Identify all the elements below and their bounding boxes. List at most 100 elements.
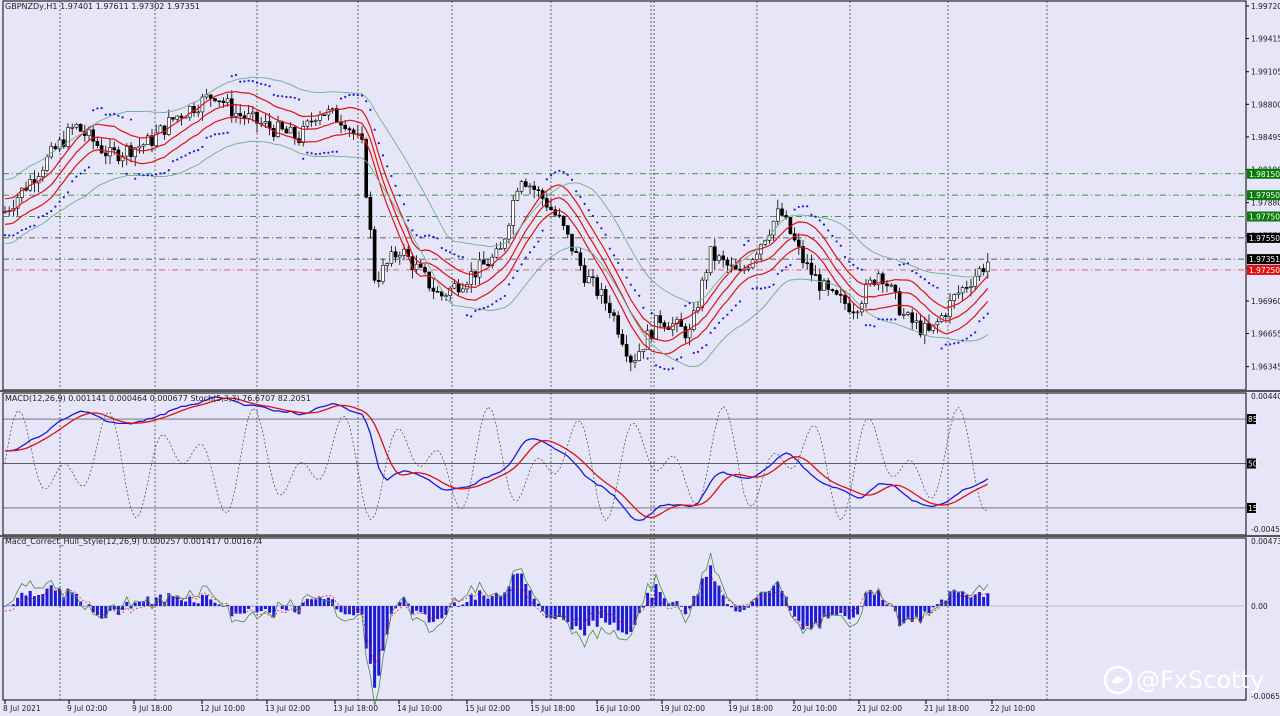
- psar-dot: [327, 151, 330, 154]
- histogram-bar: [440, 606, 444, 619]
- candle-body: [612, 312, 616, 316]
- histogram-bar: [969, 597, 973, 606]
- candle-body: [843, 295, 847, 304]
- psar-dot: [87, 166, 91, 169]
- histogram-bar: [419, 606, 423, 613]
- candle-body: [729, 264, 734, 267]
- psar-dot: [134, 177, 137, 180]
- candle-body: [586, 276, 591, 283]
- candle-body: [801, 246, 805, 264]
- psar-dot: [155, 173, 158, 176]
- histogram-bar: [37, 595, 41, 606]
- psar-dot: [713, 326, 716, 330]
- histogram-bar: [877, 590, 881, 606]
- histogram-bar: [725, 604, 729, 606]
- histogram-bar: [717, 585, 721, 606]
- candle-body: [70, 127, 74, 129]
- psar-dot: [927, 281, 931, 285]
- psar-dot: [12, 234, 15, 237]
- candle-body: [397, 254, 402, 258]
- psar-dot: [486, 305, 490, 308]
- psar-dot: [684, 304, 687, 307]
- histogram-bar: [465, 602, 469, 606]
- candle-body: [914, 320, 919, 323]
- psar-dot: [932, 284, 935, 287]
- macd-signal: [4, 397, 989, 519]
- price-label: 1.98495: [1251, 133, 1280, 142]
- psar-dot: [440, 246, 443, 250]
- candle-body: [343, 124, 348, 130]
- psar-dot: [789, 263, 792, 267]
- candle-body: [834, 290, 839, 295]
- psar-dot: [785, 266, 788, 269]
- psar-dot: [453, 253, 456, 256]
- mt4-chart-window[interactable]: 1.99720 1.99415 1.99105 1.98800 1.98495 1.981…: [0, 0, 1280, 716]
- psar-dot: [184, 154, 187, 157]
- candle-body: [864, 283, 868, 304]
- psar-dot: [864, 324, 868, 327]
- histogram-bar: [608, 606, 612, 625]
- psar-dot: [512, 276, 515, 279]
- histogram-bar: [486, 598, 490, 606]
- psar-dot: [54, 205, 57, 208]
- histogram-bar: [532, 598, 536, 606]
- psar-dot: [902, 263, 905, 266]
- histogram-bar: [326, 597, 330, 606]
- psar-dot: [205, 136, 208, 139]
- psar-dot: [688, 302, 691, 305]
- chart-canvas[interactable]: 1.99720 1.99415 1.99105 1.98800 1.98495 1.981…: [0, 0, 1280, 716]
- psar-dot: [344, 95, 347, 99]
- histogram-bar: [20, 592, 24, 606]
- candle-body: [830, 289, 835, 291]
- psar-dot: [923, 278, 926, 281]
- watermark-text: @FxScotty: [1136, 666, 1264, 694]
- psar-dot: [701, 346, 704, 349]
- psar-dot: [663, 367, 666, 371]
- psar-dot: [919, 275, 922, 278]
- histogram-bar: [515, 573, 519, 606]
- candle-body: [956, 292, 961, 295]
- psar-dot: [503, 294, 506, 298]
- psar-dot: [520, 263, 523, 266]
- psar-dot: [272, 93, 275, 97]
- histogram-bar: [347, 606, 351, 615]
- price-label: 1.96345: [1251, 363, 1280, 372]
- candle-body: [213, 98, 217, 102]
- psar-dot: [751, 287, 754, 290]
- stoch-level-label: 85: [1248, 415, 1258, 424]
- time-label: 15 Jul 18:00: [530, 704, 575, 713]
- psar-dot: [474, 309, 477, 312]
- histogram-bar: [314, 599, 318, 606]
- psar-dot: [940, 347, 943, 350]
- psar-dot: [289, 95, 292, 99]
- histogram-bar: [641, 606, 645, 608]
- candle-body: [221, 100, 226, 104]
- panel-frame-1: [2, 392, 1247, 536]
- candle-body: [427, 271, 432, 289]
- psar-dot: [722, 317, 725, 320]
- price-tag-label: 1.97950: [1249, 191, 1280, 200]
- histogram-bar: [457, 606, 461, 607]
- psar-dot: [222, 132, 225, 135]
- histogram-bar: [809, 606, 813, 629]
- time-label: 12 Jul 10:00: [200, 704, 245, 713]
- histogram-bar: [763, 591, 767, 606]
- candle-body: [322, 114, 327, 117]
- histogram-bar: [793, 606, 797, 617]
- psar-dot: [822, 223, 826, 226]
- histogram-bar: [885, 604, 889, 606]
- histogram-bar: [923, 606, 927, 612]
- histogram-bar: [620, 606, 624, 633]
- histogram-bar: [805, 606, 809, 627]
- psar-dot: [738, 300, 742, 303]
- psar-dot: [911, 269, 914, 273]
- psar-dot: [373, 128, 376, 131]
- psar-dot: [507, 283, 511, 286]
- histogram-bar: [851, 606, 855, 618]
- macd-header: MACD(12,26,9) 0.001141 0.000464 0.000677…: [5, 394, 311, 403]
- psar-dot: [163, 171, 166, 175]
- candle-body: [423, 267, 427, 273]
- histogram-bar: [578, 606, 582, 630]
- psar-dot: [113, 112, 116, 115]
- psar-dot: [314, 152, 317, 156]
